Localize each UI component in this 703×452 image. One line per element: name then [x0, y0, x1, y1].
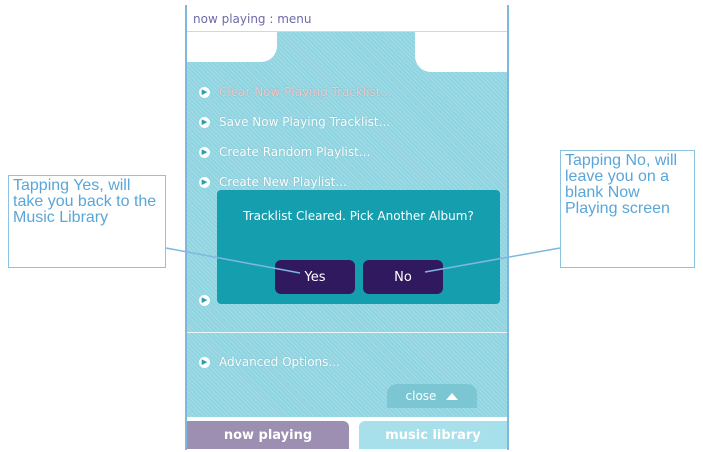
tab-now-playing[interactable]: now playing — [187, 421, 349, 449]
bullet-arrow-icon: ▶ — [199, 146, 210, 158]
menu-item-new-playlist[interactable]: ▶ Create New Playlist... — [199, 172, 347, 192]
menu-item-save-tracklist[interactable]: ▶ Save Now Playing Tracklist... — [199, 112, 390, 132]
menu-item-label: Clear Now Playing Tracklist... — [219, 85, 393, 99]
menu-item-clear-tracklist[interactable]: ▶ Clear Now Playing Tracklist... — [199, 82, 392, 102]
menu-item-label: Create Random Playlist... — [219, 145, 371, 159]
close-label: close — [405, 389, 437, 403]
bullet-arrow-icon: ▶ — [199, 294, 210, 306]
callout-no-text: Tapping No, will leave you on a blank No… — [565, 152, 678, 217]
menu-item-hidden[interactable]: ▶ — [199, 290, 219, 310]
bullet-arrow-icon: ▶ — [199, 176, 210, 188]
tab-label: music library — [385, 427, 481, 443]
close-menu-button[interactable]: close — [387, 384, 477, 408]
menu-item-label: Advanced Options... — [219, 355, 340, 369]
callout-yes: Tapping Yes, will take you back to the M… — [8, 175, 166, 268]
bullet-arrow-icon: ▶ — [199, 86, 210, 98]
title-bar: now playing : menu — [187, 5, 507, 32]
no-button[interactable]: No — [363, 260, 443, 294]
chevron-up-icon — [446, 392, 459, 400]
device-screen: now playing : menu ▶ Clear Now Playing T… — [185, 5, 509, 450]
tab-music-library[interactable]: music library — [359, 421, 507, 449]
yes-label: Yes — [304, 269, 326, 285]
menu-divider — [187, 332, 507, 333]
window-title: now playing : menu — [193, 12, 312, 26]
callout-no: Tapping No, will leave you on a blank No… — [560, 150, 695, 268]
dialog-message: Tracklist Cleared. Pick Another Album? — [243, 209, 474, 223]
bullet-arrow-icon: ▶ — [199, 356, 210, 368]
no-label: No — [394, 269, 412, 285]
menu-item-advanced-options[interactable]: ▶ Advanced Options... — [199, 352, 340, 372]
menu-item-label: Save Now Playing Tracklist... — [219, 115, 391, 129]
panel-notch-right — [415, 32, 507, 72]
panel-notch-left — [187, 32, 277, 62]
confirm-dialog: Tracklist Cleared. Pick Another Album? Y… — [217, 190, 500, 304]
menu-item-random-playlist[interactable]: ▶ Create Random Playlist... — [199, 142, 370, 162]
yes-button[interactable]: Yes — [275, 260, 355, 294]
menu-item-label: Create New Playlist... — [219, 175, 347, 189]
tab-label: now playing — [223, 427, 313, 443]
bullet-arrow-icon: ▶ — [199, 116, 210, 128]
callout-yes-text: Tapping Yes, will take you back to the M… — [13, 177, 157, 226]
